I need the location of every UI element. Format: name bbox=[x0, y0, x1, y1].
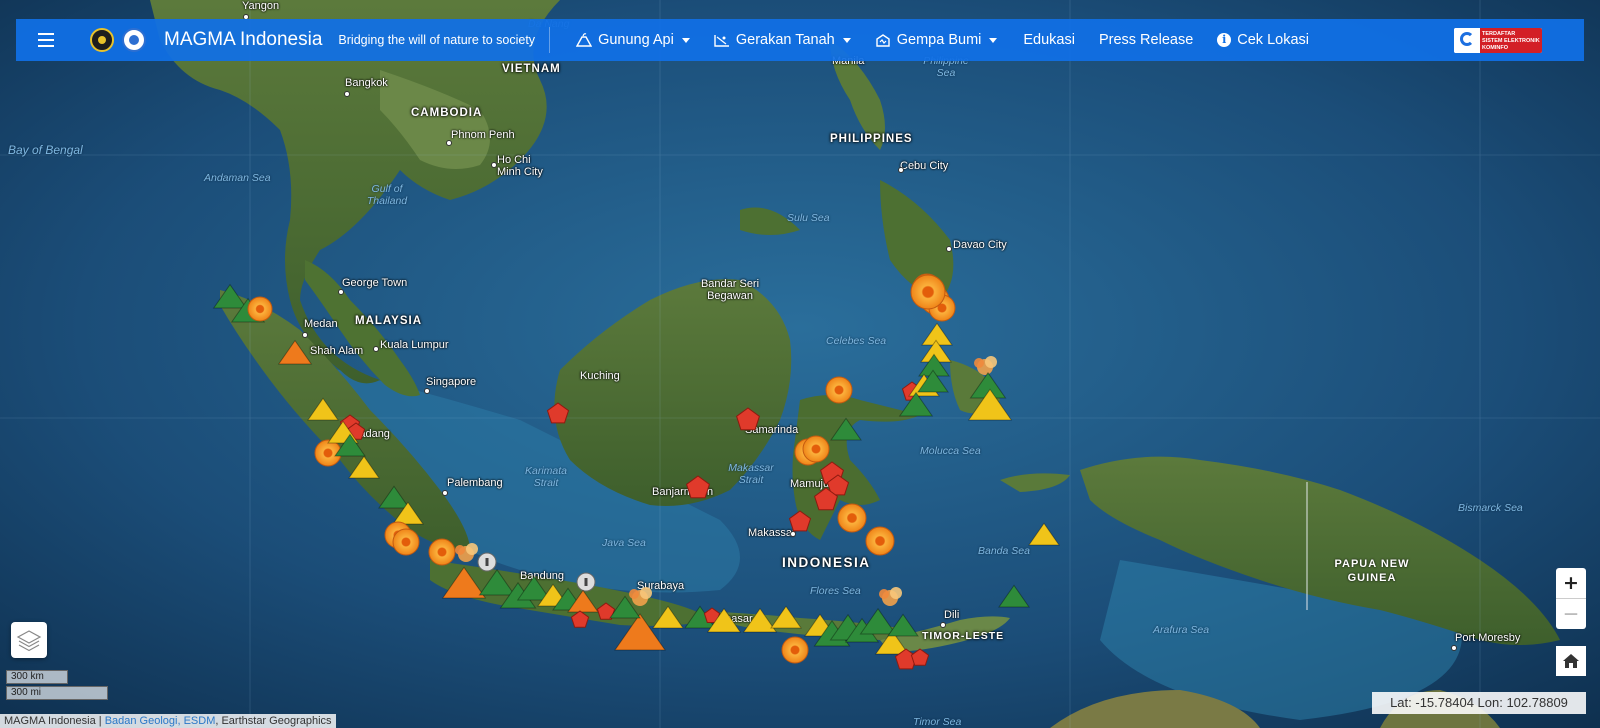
chevron-down-icon bbox=[989, 37, 998, 43]
eruption-icon[interactable] bbox=[890, 587, 902, 599]
scale-bar-km: 300 km bbox=[6, 670, 68, 684]
eruption-icon[interactable] bbox=[640, 587, 652, 599]
eruption-icon[interactable] bbox=[629, 589, 639, 599]
app-tagline: Bridging the will of nature to society bbox=[338, 27, 551, 53]
ground-movement-marker[interactable] bbox=[546, 402, 570, 424]
map-canvas[interactable]: Yangon Da Nang VIETNAM Manila Philippine… bbox=[0, 0, 1600, 728]
badge-line-1: TERDAFTAR bbox=[1482, 31, 1516, 37]
kominfo-registered-badge[interactable]: TERDAFTAR SISTEM ELEKTRONIK KOMINFO bbox=[1454, 28, 1542, 53]
badan-geologi-logo bbox=[122, 28, 146, 52]
volcano-green-marker[interactable] bbox=[887, 613, 919, 637]
nav-press-release[interactable]: Press Release bbox=[1099, 32, 1193, 48]
eruption-icon[interactable] bbox=[879, 589, 889, 599]
kominfo-logo bbox=[1454, 28, 1480, 53]
esdm-logo bbox=[90, 28, 114, 52]
scale-bar-mi: 300 mi bbox=[6, 686, 108, 700]
earthquake-marker[interactable] bbox=[910, 274, 946, 310]
chevron-down-icon bbox=[681, 37, 690, 43]
eruption-icon[interactable] bbox=[985, 356, 997, 368]
volcano-orange-marker[interactable] bbox=[277, 339, 313, 365]
info-pin[interactable] bbox=[584, 578, 588, 586]
nav-gerakan-tanah[interactable]: Gerakan Tanah bbox=[714, 32, 851, 48]
volcano-yellow-marker[interactable] bbox=[770, 605, 802, 629]
ground-movement-marker[interactable] bbox=[686, 475, 710, 499]
volcano-yellow-marker[interactable] bbox=[1028, 522, 1060, 546]
zoom-in-button[interactable]: + bbox=[1556, 568, 1586, 599]
volcano-green-marker[interactable] bbox=[478, 568, 516, 596]
nav-gunung-api-label: Gunung Api bbox=[598, 32, 674, 48]
info-pin[interactable] bbox=[485, 558, 489, 566]
badge-line-3: KOMINFO bbox=[1482, 45, 1508, 51]
map-attribution: MAGMA Indonesia | Badan Geologi, ESDM, E… bbox=[0, 714, 336, 728]
volcano-marker-layer bbox=[212, 273, 1060, 670]
volcano-green-marker[interactable] bbox=[998, 584, 1030, 608]
nav-cek-lokasi[interactable]: i Cek Lokasi bbox=[1217, 32, 1309, 48]
volcano-yellow-marker[interactable] bbox=[348, 455, 380, 479]
volcano-green-marker[interactable] bbox=[212, 283, 248, 309]
top-navbar: MAGMA Indonesia Bridging the will of nat… bbox=[16, 19, 1584, 61]
eruption-icon[interactable] bbox=[455, 545, 465, 555]
nav-gempa-bumi[interactable]: Gempa Bumi bbox=[875, 32, 998, 48]
eruption-icon[interactable] bbox=[466, 543, 478, 555]
nav-gunung-api[interactable]: Gunung Api bbox=[576, 32, 690, 48]
layers-icon bbox=[16, 630, 42, 652]
attribution-prefix: MAGMA Indonesia | bbox=[4, 715, 105, 727]
volcano-icon bbox=[576, 33, 593, 47]
ground-movement-marker[interactable] bbox=[910, 648, 930, 666]
menu-icon[interactable] bbox=[38, 19, 66, 61]
landslide-icon bbox=[714, 35, 729, 47]
nav-edukasi[interactable]: Edukasi bbox=[1023, 32, 1075, 48]
home-icon bbox=[1563, 654, 1579, 668]
volcano-orange-marker[interactable] bbox=[614, 613, 666, 651]
earthquake-marker[interactable] bbox=[825, 376, 853, 404]
nav-cek-lokasi-label: Cek Lokasi bbox=[1237, 32, 1309, 48]
volcano-green-marker[interactable] bbox=[378, 485, 410, 509]
badge-line-2: SISTEM ELEKTRONIK bbox=[1482, 38, 1540, 44]
attribution-link[interactable]: Badan Geologi, ESDM bbox=[105, 715, 216, 727]
nav-edukasi-label: Edukasi bbox=[1023, 32, 1075, 48]
volcano-yellow-marker[interactable] bbox=[652, 605, 684, 629]
ground-movement-marker[interactable] bbox=[736, 407, 760, 431]
earthquake-icon bbox=[876, 34, 890, 47]
earthquake-marker[interactable] bbox=[781, 636, 809, 664]
volcano-green-marker[interactable] bbox=[830, 417, 862, 441]
earthquake-marker[interactable] bbox=[247, 296, 273, 322]
cursor-coordinates: Lat: -15.78404 Lon: 102.78809 bbox=[1372, 692, 1586, 714]
attribution-suffix: , Earthstar Geographics bbox=[215, 715, 332, 727]
zoom-out-button[interactable]: — bbox=[1556, 599, 1586, 629]
volcano-orange-marker[interactable] bbox=[441, 566, 487, 599]
earthquake-marker[interactable] bbox=[392, 528, 420, 556]
chevron-down-icon bbox=[842, 37, 851, 43]
info-icon: i bbox=[1217, 33, 1232, 47]
nav-gerakan-tanah-label: Gerakan Tanah bbox=[735, 32, 835, 48]
volcano-green-marker[interactable] bbox=[859, 607, 897, 635]
earthquake-marker[interactable] bbox=[837, 503, 867, 533]
layers-button[interactable] bbox=[11, 622, 47, 658]
earthquake-marker[interactable] bbox=[428, 538, 456, 566]
earthquake-marker[interactable] bbox=[802, 435, 830, 463]
nav-gempa-bumi-label: Gempa Bumi bbox=[896, 32, 982, 48]
app-title[interactable]: MAGMA Indonesia bbox=[164, 29, 322, 51]
volcano-yellow-marker[interactable] bbox=[307, 397, 339, 421]
home-button[interactable] bbox=[1556, 646, 1586, 676]
badge-text: TERDAFTAR SISTEM ELEKTRONIK KOMINFO bbox=[1480, 28, 1542, 53]
nav-press-release-label: Press Release bbox=[1098, 32, 1194, 48]
ground-movement-marker[interactable] bbox=[570, 610, 590, 628]
earthquake-marker[interactable] bbox=[865, 526, 895, 556]
ground-movement-marker[interactable] bbox=[788, 510, 812, 532]
eruption-icon[interactable] bbox=[974, 358, 984, 368]
